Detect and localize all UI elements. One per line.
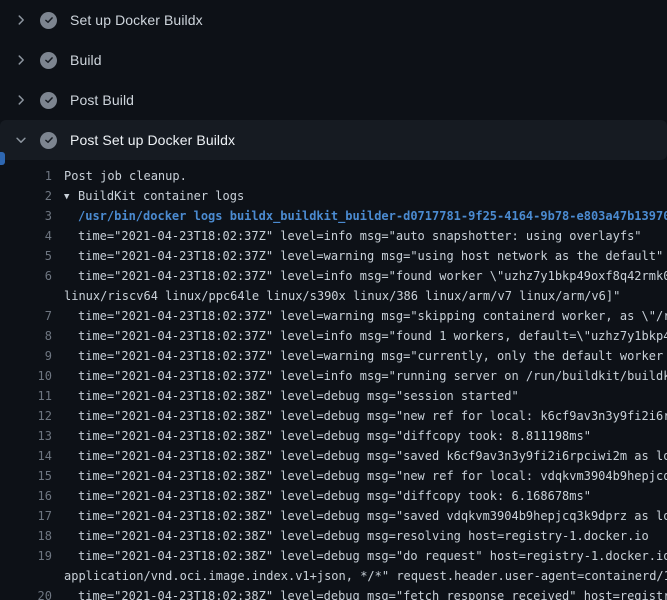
log-line-number[interactable]: 5 bbox=[8, 246, 52, 266]
check-circle-icon bbox=[40, 12, 57, 29]
chevron-right-icon[interactable] bbox=[10, 50, 32, 70]
step-label: Build bbox=[70, 52, 102, 68]
step-label: Post Set up Docker Buildx bbox=[70, 132, 235, 148]
chevron-down-icon[interactable] bbox=[10, 130, 32, 150]
log-line-number[interactable]: 10 bbox=[8, 366, 52, 386]
log-line-continuation: application/vnd.oci.image.index.v1+json,… bbox=[8, 566, 667, 586]
log-line: 7 time="2021-04-23T18:02:37Z" level=warni… bbox=[8, 306, 667, 326]
log-line-number[interactable]: 11 bbox=[8, 386, 52, 406]
log-line-text: time="2021-04-23T18:02:37Z" level=info m… bbox=[64, 226, 642, 246]
log-line: 9 time="2021-04-23T18:02:37Z" level=warni… bbox=[8, 346, 667, 366]
log-output: 1 Post job cleanup. 2 ▼BuildKit container l… bbox=[0, 160, 667, 600]
log-line-text: time="2021-04-23T18:02:38Z" level=debug … bbox=[64, 546, 667, 566]
log-line-text: time="2021-04-23T18:02:38Z" level=debug … bbox=[64, 386, 519, 406]
log-line-number[interactable]: 3 bbox=[8, 206, 52, 226]
log-line: 18 time="2021-04-23T18:02:38Z" level=debu… bbox=[8, 526, 667, 546]
log-line-number[interactable]: 20 bbox=[8, 586, 52, 600]
log-line: 13 time="2021-04-23T18:02:38Z" level=debu… bbox=[8, 426, 667, 446]
log-line-number[interactable]: 16 bbox=[8, 486, 52, 506]
log-line-number[interactable]: 14 bbox=[8, 446, 52, 466]
log-line-text: time="2021-04-23T18:02:38Z" level=debug … bbox=[64, 486, 591, 506]
log-line: 2 ▼BuildKit container logs bbox=[8, 186, 667, 206]
log-line: 19 time="2021-04-23T18:02:38Z" level=debu… bbox=[8, 546, 667, 566]
log-line: 11 time="2021-04-23T18:02:38Z" level=debu… bbox=[8, 386, 667, 406]
check-circle-icon bbox=[40, 52, 57, 69]
log-line-number[interactable]: 8 bbox=[8, 326, 52, 346]
log-line: 5 time="2021-04-23T18:02:37Z" level=warni… bbox=[8, 246, 667, 266]
log-line-continuation: linux/riscv64 linux/ppc64le linux/s390x … bbox=[8, 286, 667, 306]
log-group-toggle[interactable]: ▼BuildKit container logs bbox=[64, 186, 244, 206]
step-label: Post Build bbox=[70, 92, 134, 108]
group-collapse-triangle-icon[interactable]: ▼ bbox=[64, 187, 78, 207]
log-line-text: time="2021-04-23T18:02:37Z" level=warnin… bbox=[64, 306, 667, 326]
log-line-number[interactable]: 9 bbox=[8, 346, 52, 366]
log-line-text: Post job cleanup. bbox=[64, 166, 187, 186]
log-line: 14 time="2021-04-23T18:02:38Z" level=debu… bbox=[8, 446, 667, 466]
step-header-post-set-up-docker-buildx[interactable]: Post Set up Docker Buildx bbox=[0, 120, 667, 160]
log-line: 17 time="2021-04-23T18:02:38Z" level=debu… bbox=[8, 506, 667, 526]
log-line: 16 time="2021-04-23T18:02:38Z" level=debu… bbox=[8, 486, 667, 506]
log-line-number bbox=[8, 286, 52, 306]
log-line-number[interactable]: 13 bbox=[8, 426, 52, 446]
log-line-text: time="2021-04-23T18:02:38Z" level=debug … bbox=[64, 426, 591, 446]
check-circle-icon bbox=[40, 92, 57, 109]
log-line-text: time="2021-04-23T18:02:37Z" level=info m… bbox=[64, 266, 667, 286]
log-line-text: time="2021-04-23T18:02:37Z" level=info m… bbox=[64, 366, 667, 386]
log-group-title: BuildKit container logs bbox=[78, 189, 244, 203]
step-header-post-build[interactable]: Post Build bbox=[0, 80, 667, 120]
log-line-text: linux/riscv64 linux/ppc64le linux/s390x … bbox=[64, 286, 620, 306]
actions-log-viewer: Set up Docker Buildx Build Post Build Post … bbox=[0, 0, 667, 600]
step-header-build[interactable]: Build bbox=[0, 40, 667, 80]
chevron-right-icon[interactable] bbox=[10, 10, 32, 30]
log-line: 15 time="2021-04-23T18:02:38Z" level=debu… bbox=[8, 466, 667, 486]
log-line-number bbox=[8, 566, 52, 586]
log-line-text: time="2021-04-23T18:02:37Z" level=warnin… bbox=[64, 246, 663, 266]
log-line-text: time="2021-04-23T18:02:38Z" level=debug … bbox=[64, 446, 667, 466]
chevron-right-icon[interactable] bbox=[10, 90, 32, 110]
log-line-text: time="2021-04-23T18:02:38Z" level=debug … bbox=[64, 406, 667, 426]
log-line-number[interactable]: 4 bbox=[8, 226, 52, 246]
log-line-text: time="2021-04-23T18:02:37Z" level=info m… bbox=[64, 326, 667, 346]
log-line-number[interactable]: 6 bbox=[8, 266, 52, 286]
log-line-number[interactable]: 2 bbox=[8, 186, 52, 206]
log-command-text: /usr/bin/docker logs buildx_buildkit_bui… bbox=[64, 206, 667, 226]
log-line: 10 time="2021-04-23T18:02:37Z" level=info… bbox=[8, 366, 667, 386]
log-line: 8 time="2021-04-23T18:02:37Z" level=info … bbox=[8, 326, 667, 346]
log-line-number[interactable]: 19 bbox=[8, 546, 52, 566]
log-line: 6 time="2021-04-23T18:02:37Z" level=info … bbox=[8, 266, 667, 286]
step-list: Set up Docker Buildx Build Post Build Post … bbox=[0, 0, 667, 160]
log-line-text: time="2021-04-23T18:02:37Z" level=warnin… bbox=[64, 346, 667, 366]
step-label: Set up Docker Buildx bbox=[70, 12, 203, 28]
step-header-set-up-docker-buildx[interactable]: Set up Docker Buildx bbox=[0, 0, 667, 40]
log-line-number[interactable]: 12 bbox=[8, 406, 52, 426]
log-line: 12 time="2021-04-23T18:02:38Z" level=debu… bbox=[8, 406, 667, 426]
log-line-number[interactable]: 15 bbox=[8, 466, 52, 486]
log-line-number[interactable]: 17 bbox=[8, 506, 52, 526]
log-line-text: application/vnd.oci.image.index.v1+json,… bbox=[64, 566, 667, 586]
log-line-number[interactable]: 7 bbox=[8, 306, 52, 326]
log-line-number[interactable]: 18 bbox=[8, 526, 52, 546]
log-line: 4 time="2021-04-23T18:02:37Z" level=info … bbox=[8, 226, 667, 246]
log-line-number[interactable]: 1 bbox=[8, 166, 52, 186]
log-line-text: time="2021-04-23T18:02:38Z" level=debug … bbox=[64, 586, 667, 600]
log-line-text: time="2021-04-23T18:02:38Z" level=debug … bbox=[64, 506, 667, 526]
check-circle-icon bbox=[40, 132, 57, 149]
active-step-indicator bbox=[0, 152, 5, 165]
log-line: 1 Post job cleanup. bbox=[8, 166, 667, 186]
log-line: 3/usr/bin/docker logs buildx_buildkit_bu… bbox=[8, 206, 667, 226]
log-line: 20 time="2021-04-23T18:02:38Z" level=debu… bbox=[8, 586, 667, 600]
log-line-text: time="2021-04-23T18:02:38Z" level=debug … bbox=[64, 526, 649, 546]
log-line-text: time="2021-04-23T18:02:38Z" level=debug … bbox=[64, 466, 667, 486]
